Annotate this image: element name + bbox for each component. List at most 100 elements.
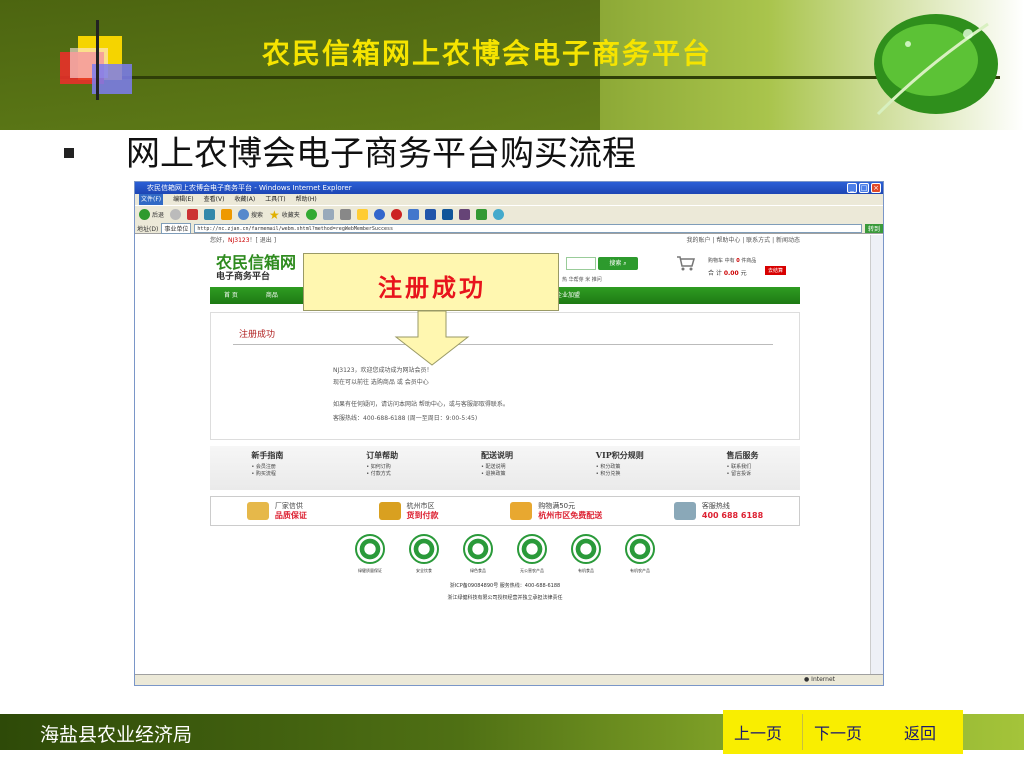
hotline-message: 客服热线：400-688-6188 (周一至周日：9:00-5:45) (333, 415, 478, 422)
logout-link[interactable]: ！[ 退出 ] (250, 237, 277, 244)
cart-total: 合 计 0.00 元 (708, 270, 747, 277)
refresh-icon[interactable] (204, 209, 216, 220)
tool-icon-d[interactable] (458, 209, 470, 220)
footer-col-vip: VIP积分规则 • 积分政策 • 积分兑换 (595, 450, 644, 477)
leaf-icon (874, 14, 998, 116)
user-greeting: 您好，NJ3123！[ 退出 ] (210, 237, 277, 244)
tool-icon-c[interactable] (441, 209, 453, 220)
close-icon[interactable]: × (871, 183, 881, 193)
organic-produce-badge-icon (625, 534, 655, 564)
site-search-button[interactable]: 搜索 ⌕ (598, 257, 638, 270)
maximize-icon[interactable]: □ (859, 183, 869, 193)
registration-title: 注册成功 (239, 330, 276, 340)
browser-title: 农民信箱网上农博会电子商务平台 - Windows Internet Explo… (147, 184, 352, 192)
site-logo-line2: 电子商务平台 (216, 272, 271, 282)
footer-col-aftersales: 售后服务 • 联系我们 • 留言投诉 (726, 450, 759, 477)
divider (233, 344, 773, 345)
address-tab[interactable]: 事业单位 (161, 222, 192, 234)
site-search-input[interactable] (566, 257, 596, 270)
messenger-icon[interactable] (373, 209, 385, 220)
messenger-users-icon[interactable] (492, 209, 504, 220)
site-footer-links: 新手指南 • 会员注册 • 购买流程 订单帮助 • 如何订购 • 付款方式 配送… (210, 446, 800, 490)
menu-edit[interactable]: 编辑(E) (173, 194, 193, 205)
mail-icon[interactable] (322, 209, 334, 220)
folder-icon[interactable] (356, 209, 368, 220)
menu-tools[interactable]: 工具(T) (265, 194, 285, 205)
search-button[interactable]: 搜索 (238, 209, 263, 220)
browser-menu-bar: 文件(F) 编辑(E) 查看(V) 收藏(A) 工具(T) 帮助(H) (135, 194, 883, 205)
nav-separator (802, 714, 803, 750)
menu-help[interactable]: 帮助(H) (296, 194, 317, 205)
menu-file[interactable]: 文件(F) (139, 194, 164, 205)
decor-vertical-line (96, 20, 99, 100)
cert-safe-food: 安全饮食 (409, 534, 439, 574)
company-info: 浙江绿健科技有限公司授权经营并独立承担法律责任 (447, 595, 563, 601)
nav-home[interactable]: 首 页 (210, 287, 252, 304)
cert-pollution-free: 无公害农产品 (517, 534, 547, 574)
footer-col-guide: 新手指南 • 会员注册 • 购买流程 (251, 450, 284, 477)
service-promises: 厂家信供 品质保证 杭州市区 货到付款 购物满50元 杭州市区免费配送 客服热线 400… (210, 496, 800, 526)
coins-icon (378, 502, 401, 520)
tool-icon-e[interactable] (475, 209, 487, 220)
green-food-badge-icon (463, 534, 493, 564)
next-steps-message[interactable]: 现在可以前往 选购商品 或 会员中心 (333, 377, 429, 386)
url-input[interactable]: http://nc.zjan.cn/farmemail/webm.shtml?m… (194, 223, 862, 233)
menu-favorites[interactable]: 收藏(A) (234, 194, 255, 205)
back-button[interactable]: 返回 (904, 720, 936, 744)
tool-icon-a[interactable] (407, 209, 419, 220)
service-quality: 厂家信供 品质保证 (246, 501, 307, 521)
site-topbar: 您好，NJ3123！[ 退出 ] 我的账户 | 帮助中心 | 联系方式 | 新闻… (210, 235, 800, 247)
quality-badge-icon (355, 534, 385, 564)
next-page-button[interactable]: 下一页 (814, 720, 862, 744)
magnifier-icon (238, 209, 250, 220)
down-arrow-icon (394, 311, 470, 366)
help-message[interactable]: 如果有任何疑问，请访问本网站 帮助中心，或与客服部取得联系。 (333, 399, 509, 408)
cart-summary: 购物车 中有 0 件商品 (708, 258, 757, 264)
nav-products[interactable]: 商品 (252, 287, 292, 304)
phone-icon (673, 502, 696, 520)
minimize-icon[interactable]: _ (847, 183, 857, 193)
print-icon[interactable] (339, 209, 351, 220)
tool-icon-b[interactable] (424, 209, 436, 220)
top-links[interactable]: 我的账户 | 帮助中心 | 联系方式 | 新闻动态 (686, 235, 800, 247)
footer-col-delivery: 配送说明 • 配送说明 • 退换政策 (480, 450, 513, 477)
checkout-button[interactable]: 去结算 (765, 266, 787, 275)
certification-logos: 绿健质量保证 安全饮食 绿色食品 无公害农产品 有机食品 有机农产品 (210, 534, 800, 574)
prev-page-button[interactable]: 上一页 (734, 720, 782, 744)
cert-organic: 有机食品 (571, 534, 601, 574)
pollution-free-badge-icon (517, 534, 547, 564)
icp-info: 浙ICP备09084890号 服务热线：400-688-6188 (449, 583, 561, 589)
gift-icon (246, 502, 269, 520)
cert-quality: 绿健质量保证 (355, 534, 385, 574)
plugin-icon[interactable] (390, 209, 402, 220)
footer-col-order: 订单帮助 • 如何订购 • 付款方式 (366, 450, 399, 477)
stop-icon[interactable] (187, 209, 199, 220)
callout-text: 注册成功 (378, 273, 486, 302)
hot-words[interactable]: 热 华帮芽 米 推问 (562, 276, 602, 283)
go-button[interactable]: 转到 (864, 223, 883, 233)
callout-box: 注册成功 (303, 253, 559, 311)
vertical-scrollbar[interactable] (870, 235, 883, 675)
service-free-delivery: 购物满50元 杭州市区免费配送 (510, 501, 602, 521)
organic-badge-icon (571, 534, 601, 564)
home-icon[interactable] (221, 209, 233, 220)
browser-title-bar: 农民信箱网上农博会电子商务平台 - Windows Internet Explo… (135, 182, 883, 194)
safe-food-badge-icon (409, 534, 439, 564)
cart-icon[interactable] (676, 255, 696, 271)
forward-arrow-icon[interactable] (170, 209, 182, 220)
history-icon[interactable] (305, 209, 317, 220)
favorites-button[interactable]: ★ 收藏夹 (269, 208, 300, 222)
back-button[interactable]: 后退 (139, 209, 164, 220)
address-label: 地址(D) (137, 225, 159, 233)
bullet-heading: 网上农博会电子商务平台购买流程 (126, 134, 636, 174)
box-icon (510, 502, 533, 520)
username: NJ3123 (228, 237, 250, 244)
service-hotline: 客服热线 400 688 6188 (673, 501, 763, 521)
browser-status-bar: ● Internet (135, 674, 883, 685)
menu-view[interactable]: 查看(V) (204, 194, 225, 205)
security-zone: ● Internet (804, 676, 835, 683)
cert-green-food: 绿色食品 (463, 534, 493, 574)
organization-name: 海盐县农业经济局 (40, 724, 193, 746)
magnifier-icon: ⌕ (623, 260, 627, 267)
slide-title: 农民信箱网上农博会电子商务平台 (262, 37, 713, 70)
